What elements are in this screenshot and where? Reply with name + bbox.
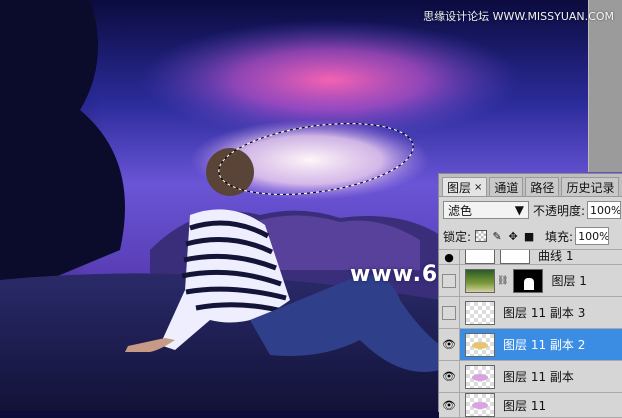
panel-tabs: 图层 × 通道 路径 历史记录 bbox=[439, 174, 622, 197]
fill-input[interactable]: 100% bbox=[575, 227, 610, 245]
layer-row-layer11-copy3[interactable]: 图层 11 副本 3 bbox=[439, 297, 622, 329]
layer-name: 曲线 1 bbox=[538, 250, 574, 263]
visibility-toggle[interactable]: ● bbox=[439, 250, 460, 264]
layer-row-curves[interactable]: ● 曲线 1 bbox=[439, 250, 622, 265]
watermark: 思缘设计论坛 WWW.MISSYUAN.COM bbox=[423, 10, 614, 23]
tab-history[interactable]: 历史记录 bbox=[561, 177, 620, 196]
layer-thumbnail bbox=[465, 332, 495, 357]
layer-row-layer11-copy[interactable]: 👁 图层 11 副本 bbox=[439, 361, 622, 393]
visibility-toggle[interactable]: 👁 bbox=[439, 361, 460, 392]
eye-icon: 👁 bbox=[442, 338, 456, 351]
layers-list: ● 曲线 1 ⛓ 图层 1 图层 11 副本 3 👁 图层 11 副本 2 👁 … bbox=[439, 250, 622, 418]
layer-thumbnail bbox=[465, 393, 495, 417]
tab-channels-label: 通道 bbox=[494, 180, 519, 195]
blend-mode-value: 滤色 bbox=[448, 203, 473, 218]
opacity-input[interactable]: 100% bbox=[587, 201, 622, 219]
layer-mask-thumbnail bbox=[513, 268, 544, 293]
layer-row-layer11-copy2[interactable]: 👁 图层 11 副本 2 bbox=[439, 329, 622, 361]
layer-row-layer11[interactable]: 👁 图层 11 bbox=[439, 393, 622, 418]
lock-transparency-icon[interactable] bbox=[475, 230, 488, 242]
tab-paths-label: 路径 bbox=[530, 180, 555, 195]
eye-icon: 👁 bbox=[442, 370, 456, 383]
tab-history-label: 历史记录 bbox=[566, 180, 615, 195]
layer-mask-thumbnail bbox=[500, 250, 530, 264]
layer-name: 图层 11 副本 3 bbox=[503, 306, 586, 320]
lock-label: 锁定: bbox=[443, 229, 472, 244]
layer-thumbnail bbox=[465, 300, 495, 325]
layer-thumbnail bbox=[465, 268, 495, 293]
layer-thumbnail bbox=[465, 364, 495, 389]
chevron-down-icon: ▼ bbox=[514, 203, 524, 217]
hidden-box-icon bbox=[442, 305, 456, 320]
fill-label: 填充: bbox=[545, 229, 574, 244]
lock-all-icon[interactable]: ■ bbox=[523, 230, 535, 243]
workspace-background bbox=[588, 0, 622, 172]
blend-mode-select[interactable]: 滤色 ▼ bbox=[443, 201, 529, 219]
layers-panel: 图层 × 通道 路径 历史记录 滤色 ▼ 不透明度: 100% 锁定: ✎ ✥ … bbox=[438, 173, 622, 418]
close-icon[interactable]: × bbox=[474, 182, 482, 193]
link-icon: ⛓ bbox=[497, 275, 509, 286]
tab-layers[interactable]: 图层 × bbox=[442, 177, 488, 196]
visibility-toggle[interactable] bbox=[439, 297, 460, 328]
eye-icon: 👁 bbox=[442, 398, 456, 412]
layer-name: 图层 11 副本 2 bbox=[503, 338, 586, 352]
lock-move-icon[interactable]: ✥ bbox=[507, 230, 519, 243]
hidden-box-icon bbox=[442, 273, 456, 288]
layer-row-layer1[interactable]: ⛓ 图层 1 bbox=[439, 265, 622, 297]
layer-name: 图层 11 副本 bbox=[503, 370, 574, 384]
tab-paths[interactable]: 路径 bbox=[525, 177, 560, 196]
eye-icon: ● bbox=[444, 250, 454, 264]
tab-layers-label: 图层 bbox=[447, 180, 472, 195]
blend-row: 滤色 ▼ 不透明度: 100% bbox=[439, 197, 622, 223]
lock-row: 锁定: ✎ ✥ ■ 填充: 100% bbox=[439, 223, 622, 250]
layer-thumbnail bbox=[465, 250, 495, 264]
visibility-toggle[interactable]: 👁 bbox=[439, 393, 460, 417]
visibility-toggle[interactable]: 👁 bbox=[439, 329, 460, 360]
layer-name: 图层 1 bbox=[551, 274, 587, 288]
visibility-toggle[interactable] bbox=[439, 265, 460, 296]
opacity-label: 不透明度: bbox=[533, 203, 586, 218]
tab-channels[interactable]: 通道 bbox=[489, 177, 524, 196]
lock-brush-icon[interactable]: ✎ bbox=[491, 230, 503, 243]
